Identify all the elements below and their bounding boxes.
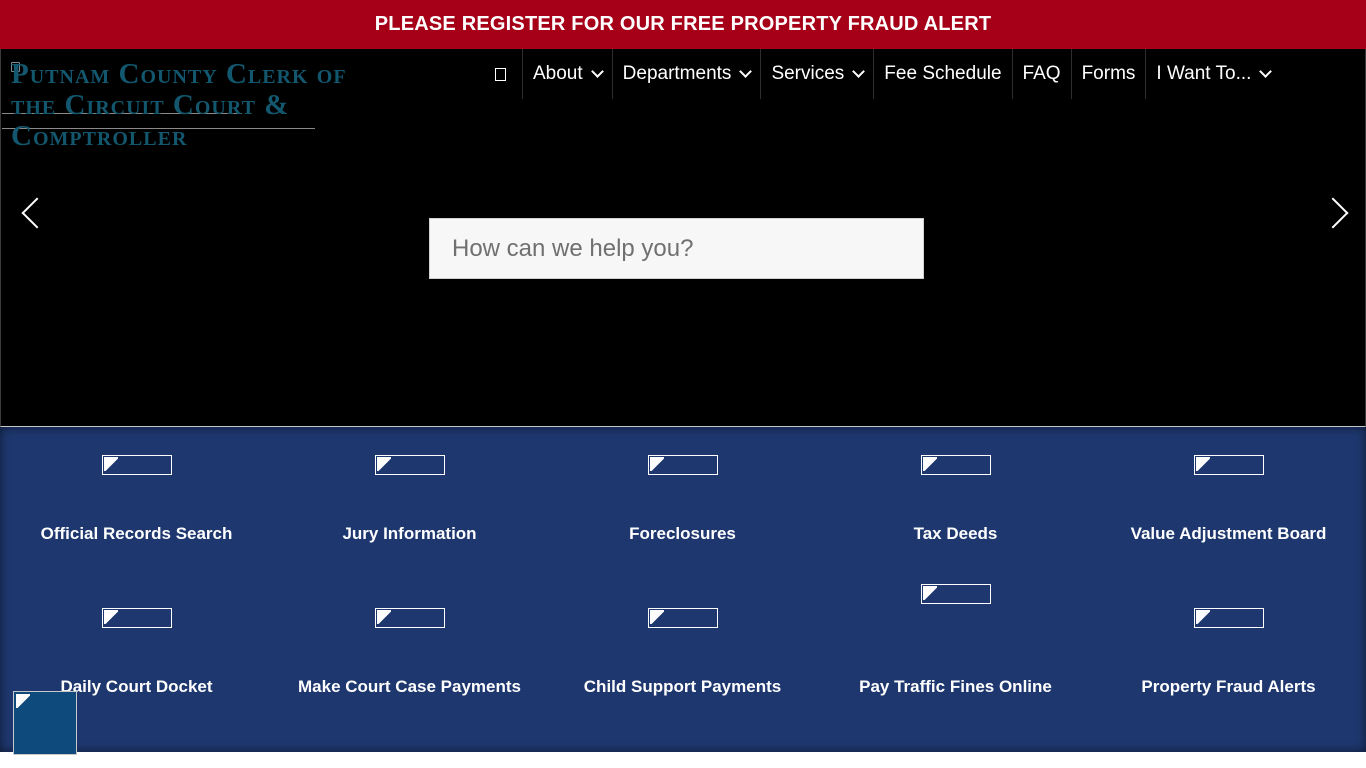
- fraud-alerts-icon: [1194, 608, 1264, 628]
- nav-about[interactable]: About: [523, 49, 613, 99]
- tile-value-adjustment-board[interactable]: Value Adjustment Board: [1092, 427, 1365, 567]
- fraud-alert-link[interactable]: PLEASE REGISTER FOR OUR FREE PROPERTY FR…: [375, 13, 992, 36]
- nav-forms-label: Forms: [1081, 63, 1136, 84]
- chevron-left-icon[interactable]: [21, 197, 53, 229]
- logo-alt-text: Putnam County Clerk of the Circuit Court…: [11, 58, 347, 152]
- quick-links: Official Records Search Jury Information…: [0, 427, 1366, 752]
- child-support-icon: [648, 608, 718, 628]
- chevron-right-icon[interactable]: [1317, 197, 1349, 229]
- tile-label: Child Support Payments: [583, 677, 782, 696]
- chevron-down-icon: [1259, 65, 1273, 78]
- nav-departments-label: Departments: [622, 63, 732, 84]
- search-input[interactable]: [429, 218, 924, 279]
- nav-forms[interactable]: Forms: [1072, 49, 1147, 99]
- tile-label: Value Adjustment Board: [1130, 524, 1327, 543]
- hero-slider: Putnam County Clerk of the Circuit Court…: [0, 49, 1366, 427]
- nav-about-label: About: [533, 63, 583, 84]
- tile-property-fraud-alerts[interactable]: Property Fraud Alerts: [1092, 577, 1365, 717]
- nav-services-label: Services: [771, 63, 845, 84]
- nav-faq[interactable]: FAQ: [1013, 49, 1072, 99]
- nav-home[interactable]: [485, 49, 523, 99]
- tax-deeds-icon: [921, 455, 991, 475]
- site-logo[interactable]: Putnam County Clerk of the Circuit Court…: [2, 58, 371, 154]
- nav-i-want-to-label: I Want To...: [1156, 63, 1252, 84]
- jury-icon: [375, 455, 445, 475]
- foreclosures-icon: [648, 455, 718, 475]
- tile-child-support-payments[interactable]: Child Support Payments: [546, 577, 819, 717]
- tile-foreclosures[interactable]: Foreclosures: [546, 427, 819, 567]
- court-docket-icon: [102, 608, 172, 628]
- chevron-down-icon: [590, 65, 604, 78]
- value-adjustment-icon: [1194, 455, 1264, 475]
- traffic-fines-icon: [921, 584, 991, 604]
- chat-widget-button[interactable]: [13, 691, 77, 755]
- tile-jury-information[interactable]: Jury Information: [273, 427, 546, 567]
- tile-label: Official Records Search: [40, 524, 233, 543]
- tile-pay-traffic-fines-online[interactable]: Pay Traffic Fines Online: [819, 577, 1092, 717]
- home-icon: [495, 67, 506, 81]
- tile-label: Jury Information: [342, 524, 477, 543]
- court-payments-icon: [375, 608, 445, 628]
- tile-official-records-search[interactable]: Official Records Search: [0, 427, 273, 567]
- nav-faq-label: FAQ: [1022, 63, 1061, 84]
- fraud-alert-banner: PLEASE REGISTER FOR OUR FREE PROPERTY FR…: [0, 0, 1366, 49]
- tile-label: Tax Deeds: [913, 524, 998, 543]
- tile-label: Property Fraud Alerts: [1141, 677, 1316, 696]
- tile-label: Foreclosures: [629, 524, 736, 543]
- nav-departments[interactable]: Departments: [613, 49, 762, 99]
- nav-services[interactable]: Services: [761, 49, 875, 99]
- official-records-icon: [102, 455, 172, 475]
- tile-tax-deeds[interactable]: Tax Deeds: [819, 427, 1092, 567]
- nav-fee-schedule-label: Fee Schedule: [884, 63, 1002, 84]
- tile-label: Make Court Case Payments: [298, 677, 521, 696]
- chevron-down-icon: [852, 65, 866, 78]
- tile-label: Pay Traffic Fines Online: [859, 677, 1052, 696]
- main-nav: About Departments Services Fee Schedule …: [485, 49, 1280, 99]
- nav-i-want-to[interactable]: I Want To...: [1146, 49, 1280, 99]
- chevron-down-icon: [739, 65, 753, 78]
- tile-make-court-case-payments[interactable]: Make Court Case Payments: [273, 577, 546, 717]
- nav-fee-schedule[interactable]: Fee Schedule: [874, 49, 1013, 99]
